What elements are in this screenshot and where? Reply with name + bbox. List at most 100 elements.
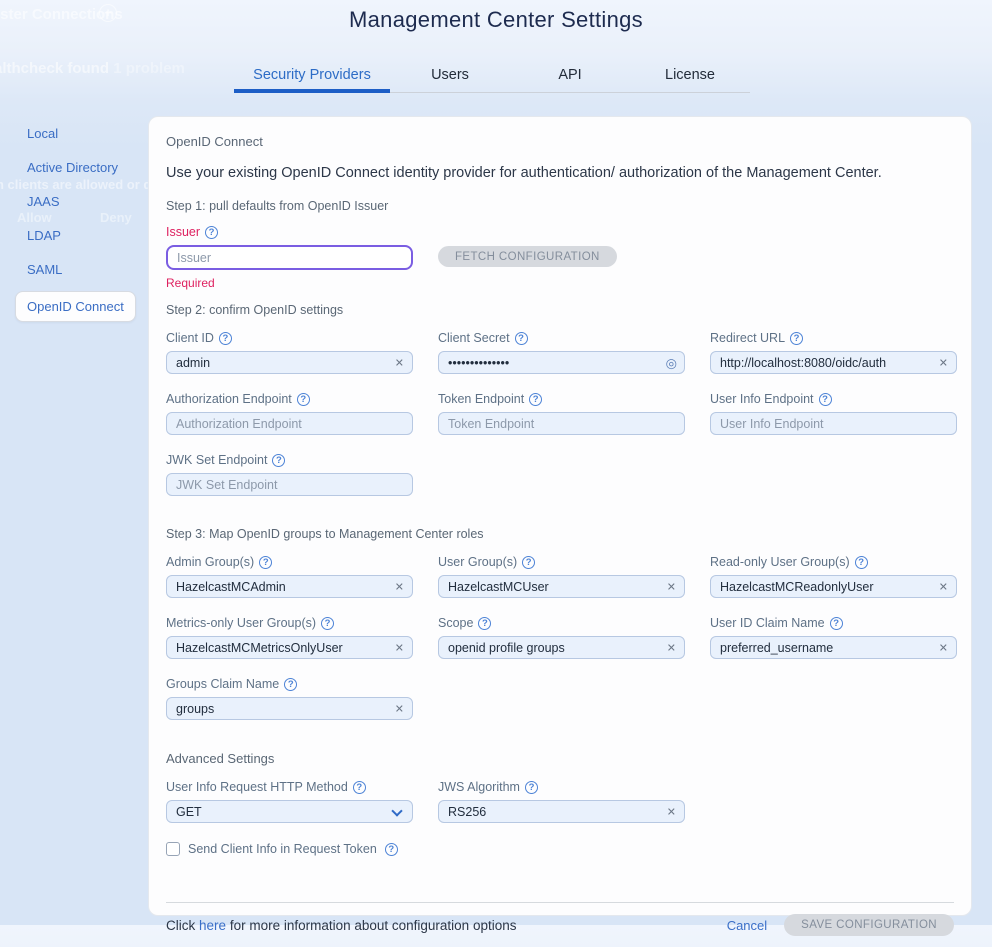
admin-groups-input-wrap: ✕ xyxy=(166,575,413,598)
step1-label: Step 1: pull defaults from OpenID Issuer xyxy=(166,199,954,213)
help-icon[interactable]: ? xyxy=(385,843,398,856)
field-authorization-endpoint: Authorization Endpoint ? xyxy=(166,392,413,435)
fetch-configuration-cell: FETCH CONFIGURATION xyxy=(438,225,685,290)
fetch-configuration-button[interactable]: FETCH CONFIGURATION xyxy=(438,246,617,267)
help-icon[interactable]: ? xyxy=(297,393,310,406)
groups-claim-input-wrap: ✕ xyxy=(166,697,413,720)
client-id-input[interactable] xyxy=(166,351,413,374)
authorization-endpoint-input[interactable] xyxy=(166,412,413,435)
clear-icon[interactable]: ✕ xyxy=(667,641,676,654)
redirect-url-label-row: Redirect URL ? xyxy=(710,331,957,345)
http-method-select[interactable] xyxy=(166,800,413,823)
clear-icon[interactable]: ✕ xyxy=(395,641,404,654)
groups-claim-label-row: Groups Claim Name ? xyxy=(166,677,413,691)
help-icon[interactable]: ? xyxy=(515,332,528,345)
help-icon[interactable]: ? xyxy=(529,393,542,406)
clear-icon[interactable]: ✕ xyxy=(395,580,404,593)
advanced-settings-label: Advanced Settings xyxy=(166,751,954,766)
field-admin-groups: Admin Group(s) ? ✕ xyxy=(166,555,413,598)
jws-algorithm-label-row: JWS Algorithm ? xyxy=(438,780,685,794)
page-title: Management Center Settings xyxy=(0,7,992,33)
readonly-groups-label-row: Read-only User Group(s) ? xyxy=(710,555,957,569)
field-redirect-url: Redirect URL ? ✕ xyxy=(710,331,957,374)
clear-icon[interactable]: ✕ xyxy=(395,702,404,715)
cancel-button[interactable]: Cancel xyxy=(727,918,767,933)
authorization-endpoint-label-row: Authorization Endpoint ? xyxy=(166,392,413,406)
user-id-claim-input[interactable] xyxy=(710,636,957,659)
help-icon[interactable]: ? xyxy=(272,454,285,467)
footer-here-link[interactable]: here xyxy=(199,918,226,933)
readonly-groups-input[interactable] xyxy=(710,575,957,598)
metrics-groups-input-wrap: ✕ xyxy=(166,636,413,659)
panel-description: Use your existing OpenID Connect identit… xyxy=(166,165,954,181)
help-icon[interactable]: ? xyxy=(525,781,538,794)
user-groups-label: User Group(s) xyxy=(438,555,517,569)
tab-security-providers[interactable]: Security Providers xyxy=(234,65,390,93)
sidebar-item-jaas[interactable]: JAAS xyxy=(27,195,147,208)
jws-algorithm-input[interactable] xyxy=(438,800,685,823)
clear-icon[interactable]: ✕ xyxy=(939,641,948,654)
field-token-endpoint: Token Endpoint ? xyxy=(438,392,685,435)
jwk-set-endpoint-input[interactable] xyxy=(166,473,413,496)
tab-license[interactable]: License xyxy=(630,65,750,92)
http-method-label: User Info Request HTTP Method xyxy=(166,780,348,794)
help-icon[interactable]: ? xyxy=(478,617,491,630)
admin-groups-label-row: Admin Group(s) ? xyxy=(166,555,413,569)
groups-claim-input[interactable] xyxy=(166,697,413,720)
send-client-info-label: Send Client Info in Request Token xyxy=(188,842,377,856)
clear-icon[interactable]: ✕ xyxy=(939,580,948,593)
clear-icon[interactable]: ✕ xyxy=(395,356,404,369)
settings-tabs: Security Providers Users API License xyxy=(234,65,750,93)
help-icon[interactable]: ? xyxy=(219,332,232,345)
scope-input-wrap: ✕ xyxy=(438,636,685,659)
admin-groups-label: Admin Group(s) xyxy=(166,555,254,569)
metrics-groups-input[interactable] xyxy=(166,636,413,659)
clear-icon[interactable]: ✕ xyxy=(667,580,676,593)
issuer-required-text: Required xyxy=(166,276,413,290)
eye-icon[interactable]: ◎ xyxy=(666,356,677,369)
send-client-info-checkbox[interactable] xyxy=(166,842,180,856)
redirect-url-input[interactable] xyxy=(710,351,957,374)
help-icon[interactable]: ? xyxy=(284,678,297,691)
sidebar-item-ldap[interactable]: LDAP xyxy=(27,229,147,242)
tab-api[interactable]: API xyxy=(510,65,630,92)
scope-input[interactable] xyxy=(438,636,685,659)
field-scope: Scope ? ✕ xyxy=(438,616,685,659)
token-endpoint-input[interactable] xyxy=(438,412,685,435)
sidebar-item-local[interactable]: Local xyxy=(27,127,147,140)
sidebar-item-active-directory[interactable]: Active Directory xyxy=(27,161,147,174)
help-icon[interactable]: ? xyxy=(522,556,535,569)
help-icon[interactable]: ? xyxy=(790,332,803,345)
scope-label: Scope xyxy=(438,616,473,630)
help-icon[interactable]: ? xyxy=(353,781,366,794)
admin-groups-input[interactable] xyxy=(166,575,413,598)
field-user-id-claim: User ID Claim Name ? ✕ xyxy=(710,616,957,659)
help-icon[interactable]: ? xyxy=(259,556,272,569)
user-info-endpoint-label: User Info Endpoint xyxy=(710,392,814,406)
clear-icon[interactable]: ✕ xyxy=(939,356,948,369)
client-secret-input[interactable] xyxy=(438,351,685,374)
save-configuration-button[interactable]: SAVE CONFIGURATION xyxy=(784,914,954,936)
sidebar-item-saml[interactable]: SAML xyxy=(27,263,147,276)
footer-info-text: Click here for more information about co… xyxy=(166,918,516,933)
help-icon[interactable]: ? xyxy=(855,556,868,569)
help-icon[interactable]: ? xyxy=(205,226,218,239)
token-endpoint-label: Token Endpoint xyxy=(438,392,524,406)
help-icon[interactable]: ? xyxy=(321,617,334,630)
bg-healthcheck-problem: 1 problem xyxy=(113,60,185,77)
field-user-groups: User Group(s) ? ✕ xyxy=(438,555,685,598)
client-secret-label: Client Secret xyxy=(438,331,510,345)
jws-algorithm-input-wrap: ✕ xyxy=(438,800,685,823)
footer-text-after: for more information about configuration… xyxy=(230,918,517,933)
help-icon[interactable]: ? xyxy=(819,393,832,406)
issuer-input[interactable] xyxy=(166,245,413,270)
user-info-endpoint-input[interactable] xyxy=(710,412,957,435)
token-endpoint-input-wrap xyxy=(438,412,685,435)
user-groups-input[interactable] xyxy=(438,575,685,598)
sidebar-item-openid-connect[interactable]: OpenID Connect xyxy=(15,291,136,322)
clear-icon[interactable]: ✕ xyxy=(667,805,676,818)
send-client-info-row: Send Client Info in Request Token ? xyxy=(166,842,954,856)
tab-users[interactable]: Users xyxy=(390,65,510,92)
readonly-groups-label: Read-only User Group(s) xyxy=(710,555,850,569)
help-icon[interactable]: ? xyxy=(830,617,843,630)
